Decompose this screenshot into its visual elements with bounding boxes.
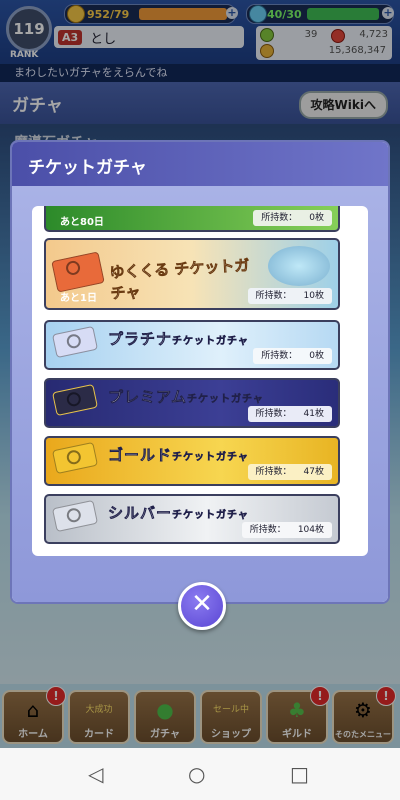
gacha-item-platinum[interactable]: プラチナチケットガチャ 所持数： 0枚 (44, 320, 340, 370)
remain-days: あと80日 (60, 217, 104, 228)
gacha-name: ゆくくる チケットガチャ (109, 256, 250, 303)
recents-square-icon[interactable]: □ (290, 762, 309, 786)
home-circle-icon[interactable]: ○ (188, 762, 205, 786)
ticket-gacha-dialog: チケットガチャ あと80日 所持数： 0枚 ゆくくる チケットガチャ あと1日 所… (12, 142, 388, 602)
owned-count: 所持数： 0枚 (253, 348, 332, 364)
silver-ticket-icon (51, 499, 99, 533)
gacha-name: ゴールドチケットガチャ (108, 446, 249, 465)
dialog-body: あと80日 所持数： 0枚 ゆくくる チケットガチャ あと1日 所持数： 10枚 プ… (12, 186, 388, 602)
owned-count: 所持数： 104枚 (241, 522, 332, 538)
ticket-icon (51, 251, 105, 293)
character-art (268, 246, 330, 286)
owned-count: 所持数： 47枚 (247, 464, 332, 480)
premium-ticket-icon (51, 383, 99, 417)
platinum-ticket-icon (51, 325, 99, 359)
gacha-item-prev[interactable]: あと80日 所持数： 0枚 (44, 206, 340, 232)
gacha-item-premium[interactable]: プレミアムチケットガチャ 所持数： 41枚 (44, 378, 340, 428)
system-nav-bar: ◁ ○ □ (0, 748, 400, 800)
gacha-name: プレミアムチケットガチャ (108, 388, 264, 407)
gacha-name: プラチナチケットガチャ (108, 330, 249, 349)
owned-count: 所持数： 10枚 (247, 288, 332, 304)
remain-days: あと1日 (60, 293, 97, 304)
gacha-name: シルバーチケットガチャ (108, 504, 249, 523)
owned-count: 所持数： 0枚 (253, 210, 332, 226)
gacha-item-yukukuru[interactable]: ゆくくる チケットガチャ あと1日 所持数： 10枚 (44, 238, 340, 310)
owned-count: 所持数： 41枚 (247, 406, 332, 422)
dialog-header: チケットガチャ (12, 142, 388, 186)
gacha-list[interactable]: あと80日 所持数： 0枚 ゆくくる チケットガチャ あと1日 所持数： 10枚 プ… (32, 206, 368, 556)
dialog-title: チケットガチャ (28, 158, 147, 178)
gacha-item-silver[interactable]: シルバーチケットガチャ 所持数： 104枚 (44, 494, 340, 544)
gacha-item-gold[interactable]: ゴールドチケットガチャ 所持数： 47枚 (44, 436, 340, 486)
close-button[interactable]: ✕ (178, 582, 226, 630)
back-triangle-icon[interactable]: ◁ (88, 762, 103, 786)
gold-ticket-icon (51, 441, 99, 475)
